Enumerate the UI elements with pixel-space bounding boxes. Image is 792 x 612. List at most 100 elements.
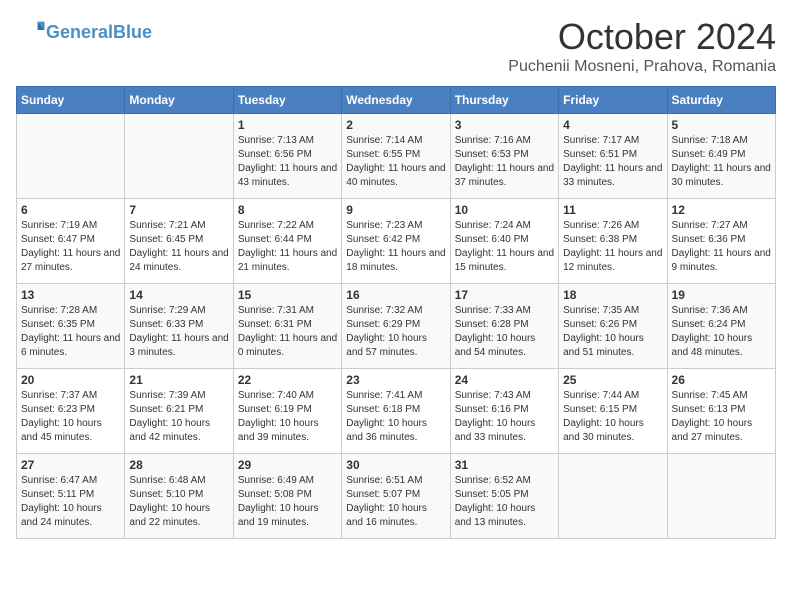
day-of-week-header: Friday [559, 87, 667, 114]
calendar-cell [17, 114, 125, 199]
day-number: 22 [238, 373, 337, 387]
calendar-cell: 17Sunrise: 7:33 AM Sunset: 6:28 PM Dayli… [450, 284, 558, 369]
day-number: 8 [238, 203, 337, 217]
day-info: Sunrise: 7:14 AM Sunset: 6:55 PM Dayligh… [346, 134, 445, 190]
calendar-cell: 16 Sunrise: 7:32 AM Sunset: 6:29 PM Dayli… [342, 284, 450, 369]
day-info: Sunrise: 7:29 AM Sunset: 6:33 PM Dayligh… [129, 304, 228, 360]
day-info: Sunrise: 6:49 AM Sunset: 5:08 PM Dayligh… [238, 474, 337, 530]
day-number: 24 [455, 373, 554, 387]
day-number: 13 [21, 288, 120, 302]
page-header: GeneralBlue October 2024 Puchenii Mosnen… [16, 16, 776, 76]
day-number: 11 [563, 203, 662, 217]
calendar-week-row: 13 Sunrise: 7:28 AM Sunset: 6:35 PM Dayli… [17, 284, 776, 369]
calendar-cell: 4 Sunrise: 7:17 AM Sunset: 6:51 PM Daylig… [559, 114, 667, 199]
day-number: 23 [346, 373, 445, 387]
location-title: Puchenii Mosneni, Prahova, Romania [508, 58, 776, 76]
day-info: Sunrise: 7:19 AM Sunset: 6:47 PM Dayligh… [21, 219, 120, 275]
calendar-header-row: SundayMondayTuesdayWednesdayThursdayFrid… [17, 87, 776, 114]
calendar-cell: 25 Sunrise: 7:44 AM Sunset: 6:15 PM Dayli… [559, 369, 667, 454]
day-info: Sunrise: 7:27 AM Sunset: 6:36 PM Dayligh… [672, 219, 771, 275]
logo-icon [18, 16, 46, 44]
logo-text: GeneralBlue [46, 23, 152, 43]
title-block: October 2024 Puchenii Mosneni, Prahova, … [508, 16, 776, 76]
day-number: 25 [563, 373, 662, 387]
calendar-table: SundayMondayTuesdayWednesdayThursdayFrid… [16, 86, 776, 539]
calendar-cell: 24 Sunrise: 7:43 AM Sunset: 6:16 PM Dayli… [450, 369, 558, 454]
day-number: 1 [238, 118, 337, 132]
day-info: Sunrise: 6:51 AM Sunset: 5:07 PM Dayligh… [346, 474, 445, 530]
calendar-cell: 6 Sunrise: 7:19 AM Sunset: 6:47 PM Daylig… [17, 199, 125, 284]
day-of-week-header: Saturday [667, 87, 775, 114]
day-number: 2 [346, 118, 445, 132]
day-info: Sunrise: 7:26 AM Sunset: 6:38 PM Dayligh… [563, 219, 662, 275]
calendar-week-row: 6 Sunrise: 7:19 AM Sunset: 6:47 PM Daylig… [17, 199, 776, 284]
day-info: Sunrise: 7:45 AM Sunset: 6:13 PM Dayligh… [672, 389, 771, 445]
calendar-week-row: 27Sunrise: 6:47 AM Sunset: 5:11 PM Dayli… [17, 454, 776, 539]
calendar-cell: 26 Sunrise: 7:45 AM Sunset: 6:13 PM Dayli… [667, 369, 775, 454]
day-number: 4 [563, 118, 662, 132]
day-info: Sunrise: 7:36 AM Sunset: 6:24 PM Dayligh… [672, 304, 771, 360]
day-info: Sunrise: 7:44 AM Sunset: 6:15 PM Dayligh… [563, 389, 662, 445]
day-number: 20 [21, 373, 120, 387]
calendar-cell: 20 Sunrise: 7:37 AM Sunset: 6:23 PM Dayli… [17, 369, 125, 454]
day-number: 10 [455, 203, 554, 217]
day-info: Sunrise: 6:52 AM Sunset: 5:05 PM Dayligh… [455, 474, 554, 530]
calendar-cell: 21Sunrise: 7:39 AM Sunset: 6:21 PM Dayli… [125, 369, 233, 454]
calendar-cell: 30 Sunrise: 6:51 AM Sunset: 5:07 PM Dayli… [342, 454, 450, 539]
day-number: 19 [672, 288, 771, 302]
day-info: Sunrise: 7:22 AM Sunset: 6:44 PM Dayligh… [238, 219, 337, 275]
calendar-cell: 28Sunrise: 6:48 AM Sunset: 5:10 PM Dayli… [125, 454, 233, 539]
day-number: 7 [129, 203, 228, 217]
day-number: 3 [455, 118, 554, 132]
day-info: Sunrise: 7:43 AM Sunset: 6:16 PM Dayligh… [455, 389, 554, 445]
calendar-cell: 2 Sunrise: 7:14 AM Sunset: 6:55 PM Daylig… [342, 114, 450, 199]
calendar-week-row: 20 Sunrise: 7:37 AM Sunset: 6:23 PM Dayli… [17, 369, 776, 454]
calendar-cell: 22Sunrise: 7:40 AM Sunset: 6:19 PM Dayli… [233, 369, 341, 454]
day-info: Sunrise: 7:32 AM Sunset: 6:29 PM Dayligh… [346, 304, 445, 360]
day-info: Sunrise: 7:23 AM Sunset: 6:42 PM Dayligh… [346, 219, 445, 275]
calendar-cell: 8 Sunrise: 7:22 AM Sunset: 6:44 PM Daylig… [233, 199, 341, 284]
day-number: 28 [129, 458, 228, 472]
day-number: 26 [672, 373, 771, 387]
calendar-cell: 9Sunrise: 7:23 AM Sunset: 6:42 PM Daylig… [342, 199, 450, 284]
day-info: Sunrise: 7:39 AM Sunset: 6:21 PM Dayligh… [129, 389, 228, 445]
calendar-cell: 14 Sunrise: 7:29 AM Sunset: 6:33 PM Dayli… [125, 284, 233, 369]
calendar-week-row: 1 Sunrise: 7:13 AM Sunset: 6:56 PM Daylig… [17, 114, 776, 199]
day-info: Sunrise: 7:28 AM Sunset: 6:35 PM Dayligh… [21, 304, 120, 360]
day-of-week-header: Tuesday [233, 87, 341, 114]
calendar-cell: 15Sunrise: 7:31 AM Sunset: 6:31 PM Dayli… [233, 284, 341, 369]
calendar-cell: 5 Sunrise: 7:18 AM Sunset: 6:49 PM Daylig… [667, 114, 775, 199]
calendar-cell: 27Sunrise: 6:47 AM Sunset: 5:11 PM Dayli… [17, 454, 125, 539]
day-of-week-header: Monday [125, 87, 233, 114]
calendar-cell: 19 Sunrise: 7:36 AM Sunset: 6:24 PM Dayli… [667, 284, 775, 369]
day-info: Sunrise: 7:17 AM Sunset: 6:51 PM Dayligh… [563, 134, 662, 190]
day-number: 5 [672, 118, 771, 132]
calendar-cell [125, 114, 233, 199]
day-info: Sunrise: 7:35 AM Sunset: 6:26 PM Dayligh… [563, 304, 662, 360]
calendar-cell: 11 Sunrise: 7:26 AM Sunset: 6:38 PM Dayli… [559, 199, 667, 284]
day-number: 31 [455, 458, 554, 472]
calendar-cell: 31 Sunrise: 6:52 AM Sunset: 5:05 PM Dayli… [450, 454, 558, 539]
month-title: October 2024 [508, 16, 776, 58]
calendar-cell: 23Sunrise: 7:41 AM Sunset: 6:18 PM Dayli… [342, 369, 450, 454]
calendar-cell: 10Sunrise: 7:24 AM Sunset: 6:40 PM Dayli… [450, 199, 558, 284]
day-number: 15 [238, 288, 337, 302]
calendar-cell [667, 454, 775, 539]
calendar-cell: 29Sunrise: 6:49 AM Sunset: 5:08 PM Dayli… [233, 454, 341, 539]
calendar-cell: 13 Sunrise: 7:28 AM Sunset: 6:35 PM Dayli… [17, 284, 125, 369]
day-info: Sunrise: 7:13 AM Sunset: 6:56 PM Dayligh… [238, 134, 337, 190]
calendar-body: 1 Sunrise: 7:13 AM Sunset: 6:56 PM Daylig… [17, 114, 776, 539]
day-number: 16 [346, 288, 445, 302]
day-info: Sunrise: 7:18 AM Sunset: 6:49 PM Dayligh… [672, 134, 771, 190]
day-of-week-header: Sunday [17, 87, 125, 114]
calendar-cell: 1 Sunrise: 7:13 AM Sunset: 6:56 PM Daylig… [233, 114, 341, 199]
day-info: Sunrise: 6:47 AM Sunset: 5:11 PM Dayligh… [21, 474, 120, 530]
day-number: 14 [129, 288, 228, 302]
day-info: Sunrise: 7:33 AM Sunset: 6:28 PM Dayligh… [455, 304, 554, 360]
calendar-cell: 12Sunrise: 7:27 AM Sunset: 6:36 PM Dayli… [667, 199, 775, 284]
day-of-week-header: Thursday [450, 87, 558, 114]
day-number: 6 [21, 203, 120, 217]
day-number: 30 [346, 458, 445, 472]
calendar-cell: 7Sunrise: 7:21 AM Sunset: 6:45 PM Daylig… [125, 199, 233, 284]
day-info: Sunrise: 7:37 AM Sunset: 6:23 PM Dayligh… [21, 389, 120, 445]
